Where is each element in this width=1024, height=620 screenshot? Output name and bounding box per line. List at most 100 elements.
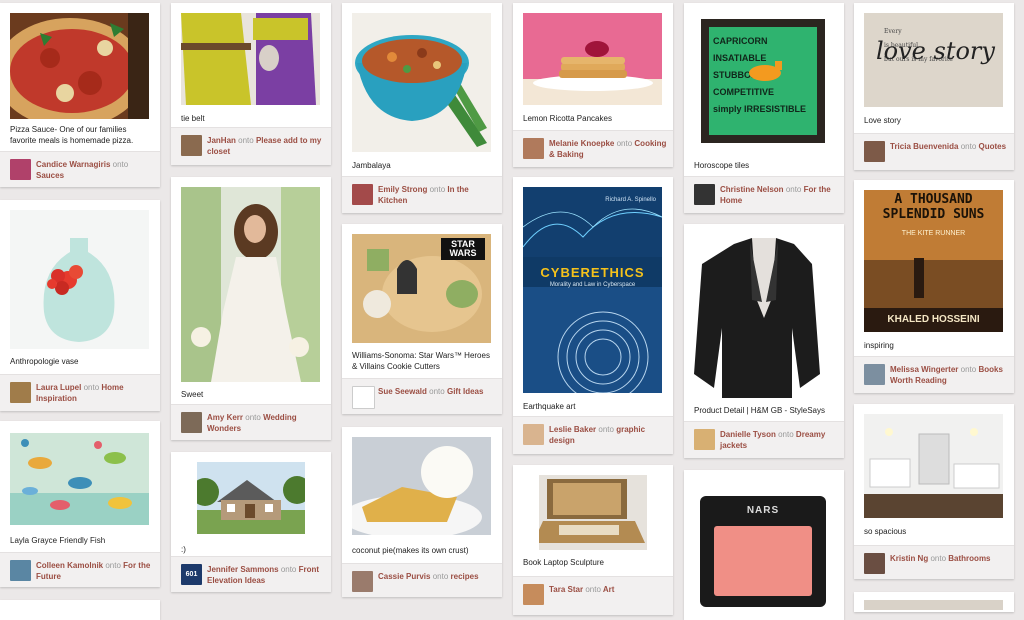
pin-fish[interactable]: Layla Grayce Friendly Fish Colleen Kamol… (0, 421, 160, 587)
pin-attribution[interactable]: Sue Seewald onto Gift Ideas (378, 386, 496, 397)
pin-partial[interactable] (0, 600, 160, 620)
pin-image[interactable]: STAR WARS (352, 234, 491, 343)
user-name[interactable]: Cassie Purvis (378, 572, 430, 581)
user-name[interactable]: Kristin Ng (890, 554, 928, 563)
avatar[interactable] (181, 135, 202, 156)
pin-footer: Melissa Wingerter onto Books Worth Readi… (854, 356, 1014, 393)
avatar[interactable] (694, 429, 715, 450)
pin-lovestory[interactable]: Every is beautiful, but ours is my favor… (854, 3, 1014, 170)
user-name[interactable]: Amy Kerr (207, 413, 243, 422)
pin-nars[interactable]: NARS (684, 470, 844, 620)
pin-image[interactable] (539, 475, 647, 550)
pin-kiterunner[interactable]: A THOUSAND SPLENDID SUNS THE KITE RUNNER… (854, 180, 1014, 393)
pin-image[interactable]: CAPRICORN INSATIABLE STUBBORN COMPETITIV… (701, 19, 825, 143)
book-title-mid: THE KITE RUNNER (901, 230, 966, 237)
pin-image[interactable] (10, 13, 149, 119)
avatar[interactable] (523, 584, 544, 605)
pin-image[interactable] (181, 13, 320, 105)
user-name[interactable]: JanHan (207, 136, 236, 145)
pin-pizza[interactable]: Pizza Sauce- One of our families favorit… (0, 3, 160, 187)
pin-attribution[interactable]: Amy Kerr onto Wedding Wonders (207, 412, 325, 434)
pin-pancakes[interactable]: Lemon Ricotta Pancakes Melanie Knoepke o… (513, 3, 673, 167)
avatar[interactable] (864, 141, 885, 162)
user-name[interactable]: Sue Seewald (378, 387, 427, 396)
pin-vase[interactable]: Anthropologie vase Laura Lupel onto Home… (0, 200, 160, 411)
user-name[interactable]: Candice Warnagiris (36, 160, 110, 169)
pin-image[interactable] (10, 210, 149, 349)
pin-attribution[interactable]: Tricia Buenvenida onto Quotes (890, 141, 1008, 152)
pin-image[interactable]: A THOUSAND SPLENDID SUNS THE KITE RUNNER… (864, 190, 1003, 332)
pin-attribution[interactable]: JanHan onto Please add to my closet (207, 135, 325, 157)
avatar[interactable] (864, 553, 885, 574)
pin-attribution[interactable]: Melanie Knoepke onto Cooking & Baking (549, 138, 667, 160)
pin-attribution[interactable]: Tara Star onto Art (549, 584, 667, 595)
user-name[interactable]: Tara Star (549, 585, 583, 594)
user-name[interactable]: Jennifer Sammons (207, 565, 279, 574)
pin-attribution[interactable]: Danielle Tyson onto Dreamy jackets (720, 429, 838, 451)
pin-attribution[interactable]: Colleen Kamolnik onto For the Future (36, 560, 154, 582)
pin-attribution[interactable]: Christine Nelson onto For the Home (720, 184, 838, 206)
avatar[interactable] (10, 382, 31, 403)
user-name[interactable]: Colleen Kamolnik (36, 561, 103, 570)
pin-jacket[interactable]: Product Detail | H&M GB - StyleSays Dani… (684, 224, 844, 458)
user-name[interactable]: Danielle Tyson (720, 430, 776, 439)
user-name[interactable]: Christine Nelson (720, 185, 784, 194)
board-name[interactable]: Art (603, 585, 615, 594)
board-name[interactable]: Gift Ideas (447, 387, 483, 396)
board-name[interactable]: Bathrooms (948, 554, 990, 563)
pin-cyberethics[interactable]: Richard A. Spinello CYBERETHICS Morality… (513, 177, 673, 454)
pin-image[interactable] (181, 187, 320, 382)
avatar[interactable] (352, 571, 373, 592)
pin-attribution[interactable]: Emily Strong onto In the Kitchen (378, 184, 496, 206)
pin-jambalaya[interactable]: Jambalaya Emily Strong onto In the Kitch… (342, 3, 502, 213)
pin-image[interactable] (694, 234, 833, 399)
pin-image[interactable] (864, 600, 1003, 610)
pin-image[interactable] (197, 462, 305, 534)
board-name[interactable]: recipes (451, 572, 479, 581)
pin-house[interactable]: :) 601 Jennifer Sammons onto Front Eleva… (171, 452, 331, 592)
pin-laptop[interactable]: Book Laptop Sculpture Tara Star onto Art (513, 465, 673, 615)
pin-belt[interactable]: tie belt JanHan onto Please add to my cl… (171, 3, 331, 165)
user-name[interactable]: Melissa Wingerter (890, 365, 958, 374)
pin-attribution[interactable]: Cassie Purvis onto recipes (378, 571, 496, 582)
pin-bathroom[interactable]: so spacious Kristin Ng onto Bathrooms (854, 404, 1014, 579)
pin-sweet[interactable]: Sweet Amy Kerr onto Wedding Wonders (171, 177, 331, 440)
avatar[interactable] (694, 184, 715, 205)
board-name[interactable]: Sauces (36, 171, 64, 180)
avatar[interactable] (181, 412, 202, 433)
board-name[interactable]: Quotes (979, 142, 1007, 151)
avatar[interactable] (523, 424, 544, 445)
onto-label: onto (83, 383, 100, 392)
avatar[interactable] (523, 138, 544, 159)
pin-attribution[interactable]: Laura Lupel onto Home Inspiration (36, 382, 154, 404)
pin-attribution[interactable]: Jennifer Sammons onto Front Elevation Id… (207, 564, 325, 586)
pin-attribution[interactable]: Candice Warnagiris onto Sauces (36, 159, 154, 181)
pin-image[interactable] (352, 437, 491, 535)
pin-image[interactable]: Richard A. Spinello CYBERETHICS Morality… (523, 187, 662, 393)
avatar[interactable] (10, 159, 31, 180)
pin-attribution[interactable]: Leslie Baker onto graphic design (549, 424, 667, 446)
pin-partial[interactable] (854, 592, 1014, 612)
user-name[interactable]: Leslie Baker (549, 425, 596, 434)
avatar[interactable] (352, 386, 375, 409)
user-name[interactable]: Tricia Buenvenida (890, 142, 958, 151)
user-name[interactable]: Laura Lupel (36, 383, 81, 392)
pin-image[interactable]: Every is beautiful, but ours is my favor… (864, 13, 1003, 107)
user-name[interactable]: Melanie Knoepke (549, 139, 614, 148)
avatar[interactable] (10, 560, 31, 581)
pin-image[interactable] (352, 13, 491, 152)
pin-attribution[interactable]: Melissa Wingerter onto Books Worth Readi… (890, 364, 1008, 386)
pin-starwars[interactable]: STAR WARS Williams-Sonoma: Star Wars™ He… (342, 224, 502, 414)
pin-footer: Tricia Buenvenida onto Quotes (854, 133, 1014, 170)
pin-image[interactable] (10, 433, 149, 525)
pin-image[interactable]: NARS (700, 496, 826, 607)
pin-horoscope[interactable]: CAPRICORN INSATIABLE STUBBORN COMPETITIV… (684, 3, 844, 213)
pin-image[interactable] (523, 13, 662, 105)
pin-coconut[interactable]: coconut pie(makes its own crust) Cassie … (342, 427, 502, 597)
user-name[interactable]: Emily Strong (378, 185, 427, 194)
avatar[interactable] (352, 184, 373, 205)
avatar[interactable]: 601 (181, 564, 202, 585)
pin-image[interactable] (864, 414, 1003, 518)
pin-attribution[interactable]: Kristin Ng onto Bathrooms (890, 553, 1008, 564)
avatar[interactable] (864, 364, 885, 385)
